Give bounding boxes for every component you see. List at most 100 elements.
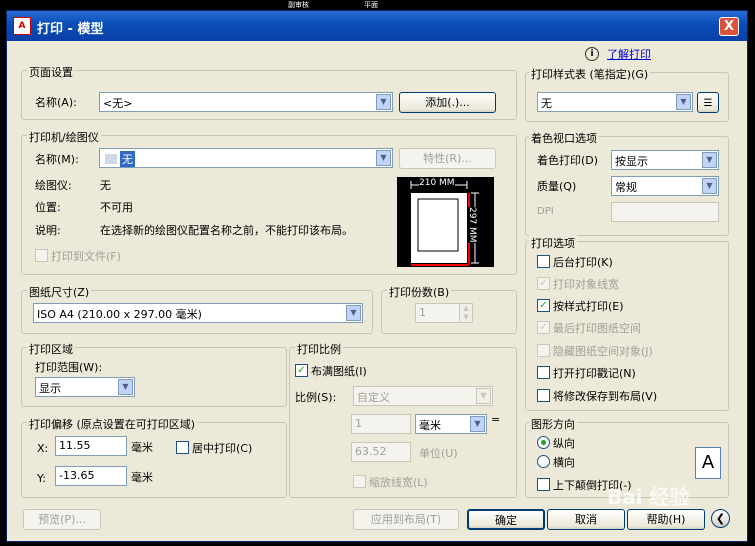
background-label: 平面 [364,1,378,9]
shade-plot-label: 着色打印(D) [537,154,599,167]
scale-value-1-input[interactable]: 1 [351,414,411,434]
quality-label: 质量(Q) [537,180,577,193]
quality-select[interactable]: 常规 ▼ [611,176,719,196]
offset-y-input[interactable]: -13.65 [55,466,127,486]
plot-option-checkbox[interactable] [537,255,550,268]
scale-value-2-input[interactable]: 63.52 [351,442,411,462]
plot-option-label: 后台打印(K) [553,256,613,269]
plot-offset-title: 打印偏移 (原点设置在可打印区域) [27,416,198,432]
paper-preview-graphic [410,181,479,266]
paper-preview: 210 MM 297 MM [397,177,494,267]
copies-value: 1 [419,306,426,319]
plot-style-table-select[interactable]: 无 ▼ [537,92,693,112]
plot-dialog: A 打印 - 模型 X i 了解打印 页面设置 名称(A): <无> ▼ 添加(… [6,10,748,542]
preview-button[interactable]: 预览(P)... [23,509,101,530]
paper-size-select[interactable]: ISO A4 (210.00 x 297.00 毫米) ▼ [33,303,363,323]
add-page-setup-button[interactable]: 添加(.)... [399,92,496,113]
printer-name-label: 名称(M): [35,153,79,166]
printer-name-select[interactable]: 无 ▼ [99,148,393,168]
paper-size-title: 图纸尺寸(Z) [27,284,92,300]
shade-plot-value: 按显示 [615,155,648,168]
chevron-down-icon: ▼ [376,150,391,166]
plot-option-checkbox[interactable]: ✓ [537,321,550,334]
plot-option-checkbox[interactable] [537,366,550,379]
plot-option-checkbox[interactable]: ✓ [537,277,550,290]
offset-y-unit: 毫米 [131,471,153,484]
fit-to-paper-label: 布满图纸(I) [311,365,367,378]
shade-plot-select[interactable]: 按显示 ▼ [611,150,719,170]
page-setup-name-value: <无> [103,97,133,110]
plot-range-select[interactable]: 显示 ▼ [35,377,135,397]
edit-plot-style-button[interactable]: ☰ [697,92,719,113]
chevron-down-icon: ▼ [376,94,391,110]
print-to-file-checkbox[interactable] [35,249,48,262]
dpi-input[interactable] [611,202,719,222]
portrait-radio[interactable] [537,436,550,449]
collapse-chevron-icon[interactable]: ❮ [711,509,730,528]
offset-x-input[interactable]: 11.55 [55,436,127,456]
center-plot-checkbox[interactable] [176,441,189,454]
location-value: 不可用 [100,201,133,214]
description-label: 说明: [35,224,61,237]
printer-name-value: 无 [120,151,135,167]
page-setup-name-label: 名称(A): [35,96,77,109]
plot-option-label: 按样式打印(E) [553,300,624,313]
portrait-label: 纵向 [553,437,575,450]
shaded-viewport-title: 着色视口选项 [529,130,599,146]
plotter-value: 无 [100,179,111,192]
paper-size-value: ISO A4 (210.00 x 297.00 毫米) [37,308,202,321]
ok-button[interactable]: 确定 [467,509,545,530]
help-button[interactable]: 帮助(H) [627,509,705,530]
offset-x-unit: 毫米 [131,441,153,454]
copies-spinner[interactable]: ▲ ▼ [459,303,473,323]
scale-value-2: 63.52 [355,445,387,458]
background-label: 副审核 [288,1,309,9]
plot-style-table-title: 打印样式表 (笔指定)(G) [529,66,651,82]
plot-offset-group [21,422,287,498]
preview-width-label: 210 MM [419,178,455,188]
dpi-label: DPI [537,206,554,217]
plot-options-title: 打印选项 [529,235,577,251]
plot-option-checkbox[interactable] [537,389,550,402]
title-bar[interactable]: A 打印 - 模型 X [7,11,747,41]
scale-unit-select[interactable]: 毫米 ▼ [415,414,487,434]
scale-value-1: 1 [355,417,362,430]
chevron-down-icon: ▼ [702,178,717,194]
orientation-preview-icon: A [695,447,721,479]
landscape-label: 横向 [553,456,575,469]
chevron-down-icon: ▼ [346,305,361,321]
chevron-down-icon: ▼ [676,94,691,110]
preview-height-label: 297 MM [467,207,477,243]
plot-option-checkbox[interactable] [537,344,550,357]
plot-option-checkbox[interactable]: ✓ [537,299,550,312]
app-icon: A [13,17,31,35]
scale-lineweights-checkbox[interactable] [353,475,366,488]
apply-to-layout-button[interactable]: 应用到布局(T) [353,509,459,530]
orientation-title: 图形方向 [529,416,577,432]
offset-x-label: X: [37,442,49,455]
print-to-file-label: 打印到文件(F) [51,250,121,263]
offset-y-label: Y: [37,472,46,485]
info-icon: i [585,47,599,61]
window-title: 打印 - 模型 [37,22,104,37]
printer-properties-button[interactable]: 特性(R)... [399,148,496,169]
chevron-down-icon: ▼ [702,152,717,168]
copies-title: 打印份数(B) [387,284,452,300]
learn-plotting-link[interactable]: 了解打印 [607,46,651,62]
plot-range-label: 打印范围(W): [35,361,103,374]
offset-y-value: -13.65 [59,469,95,482]
fit-to-paper-checkbox[interactable]: ✓ [295,364,308,377]
upside-down-checkbox[interactable] [537,478,550,491]
description-value: 在选择新的绘图仪配置名称之前，不能打印该布局。 [100,224,353,237]
cancel-button[interactable]: 取消 [547,509,625,530]
page-setup-name-select[interactable]: <无> ▼ [99,92,393,112]
equals-sign: = [491,413,501,426]
plot-range-value: 显示 [39,382,61,395]
center-plot-label: 居中打印(C) [192,442,253,455]
plot-area-title: 打印区域 [27,341,75,357]
scale-select[interactable]: 自定义 ▼ [353,386,493,406]
copies-input[interactable]: 1 [415,303,461,323]
close-button[interactable]: X [719,17,739,36]
landscape-radio[interactable] [537,455,550,468]
page-setup-title: 页面设置 [27,64,75,80]
